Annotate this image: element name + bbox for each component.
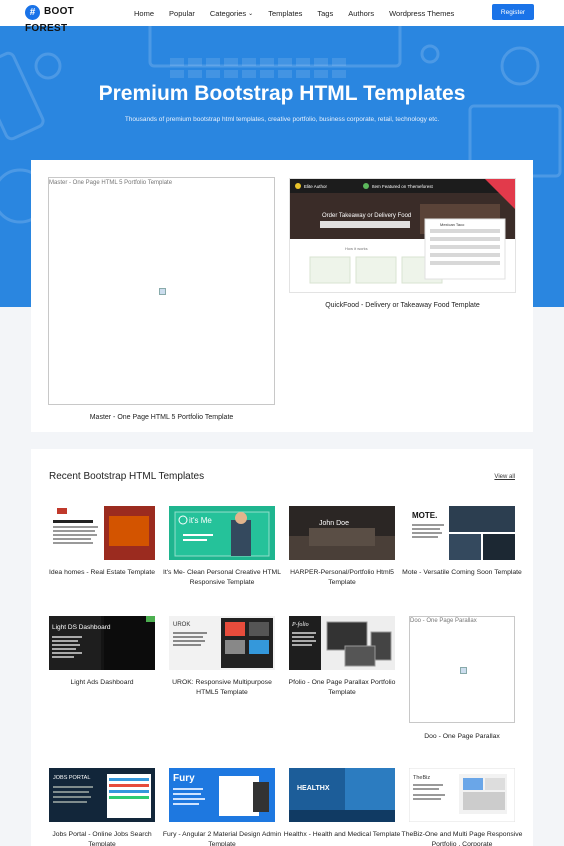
nav-wordpress-themes[interactable]: Wordpress Themes <box>389 9 454 18</box>
recent-templates: Recent Bootstrap HTML Templates View all… <box>31 449 533 846</box>
broken-image-icon <box>460 667 467 674</box>
pfolio-text: P-folio <box>291 621 309 628</box>
template-thumbnail[interactable]: it's Me <box>169 506 275 560</box>
logo-hash-icon: # <box>25 5 40 20</box>
how-it-works-text: How it works <box>345 246 368 251</box>
template-thumbnail[interactable] <box>49 506 155 560</box>
template-thumbnail[interactable]: UROK <box>169 616 275 670</box>
themeforest-text: Item Featured on Themeforest <box>372 184 433 189</box>
template-caption[interactable]: Pfolio - One Page Parallax Portfolio Tem… <box>281 678 403 697</box>
chevron-down-icon: ⌄ <box>248 10 254 17</box>
broken-image-icon <box>159 288 166 295</box>
template-thumbnail[interactable]: Fury <box>169 768 275 822</box>
template-caption[interactable]: Light Ads Dashboard <box>41 678 163 688</box>
template-caption[interactable]: Idea homes - Real Estate Template <box>41 568 163 578</box>
nav-tags[interactable]: Tags <box>317 9 333 18</box>
featured-templates: Master - One Page HTML 5 Portfolio Templ… <box>31 160 533 432</box>
template-caption[interactable]: It's Me- Clean Personal Creative HTML Re… <box>161 568 283 587</box>
featured-image-broken[interactable]: Master - One Page HTML 5 Portfolio Templ… <box>48 177 275 405</box>
template-caption[interactable]: Healthx - Health and Medical Template <box>281 830 403 840</box>
template-caption[interactable]: TheBiz-One and Multi Page Responsive Por… <box>401 830 523 846</box>
template-thumbnail[interactable]: John Doe <box>289 506 395 560</box>
template-caption[interactable]: Mote - Versatile Coming Soon Template <box>401 568 523 578</box>
hero-title: Premium Bootstrap HTML Templates <box>98 82 466 105</box>
template-caption[interactable]: Fury - Angular 2 Material Design Admin T… <box>161 830 283 846</box>
healthx-text: HEALTHX <box>297 785 330 792</box>
template-caption[interactable]: Jobs Portal - Online Jobs Search Templat… <box>41 830 163 846</box>
template-caption[interactable]: UROK: Responsive Multipurpose HTML5 Temp… <box>161 678 283 697</box>
fury-text: Fury <box>173 773 195 784</box>
hero-subtitle: Thousands of premium bootstrap html temp… <box>124 116 440 123</box>
elite-author-text: Elite Author <box>304 184 328 189</box>
nav-templates[interactable]: Templates <box>268 9 302 18</box>
mote-logo-text: MOTE. <box>412 511 437 520</box>
template-caption[interactable]: Doo - One Page Parallax <box>401 732 523 742</box>
nav-categories[interactable]: Categories ⌄ <box>210 9 253 18</box>
nav-authors[interactable]: Authors <box>348 9 374 18</box>
its-me-text: it's Me <box>189 516 212 525</box>
image-alt-text: Master - One Page HTML 5 Portfolio Templ… <box>49 180 173 186</box>
jobs-portal-text: JOBS PORTAL <box>53 775 90 781</box>
template-thumbnail[interactable]: HEALTHX <box>289 768 395 822</box>
nav-categories-label: Categories <box>209 8 247 18</box>
light-ds-text: Light DS Dashboard <box>52 624 111 631</box>
template-thumbnail[interactable]: MOTE. <box>409 506 515 560</box>
quickfood-screenshot: Elite Author Item Featured on Themefores… <box>290 179 515 292</box>
template-thumbnail[interactable]: Light DS Dashboard <box>49 616 155 670</box>
urok-text: UROK <box>173 622 190 628</box>
mexican-taco-text: Mexican Taco <box>440 222 465 227</box>
featured-image-quickfood[interactable]: Elite Author Item Featured on Themefores… <box>289 178 516 293</box>
template-thumbnail[interactable]: JOBS PORTAL <box>49 768 155 822</box>
thebiz-text: TheBiz <box>413 775 430 781</box>
john-doe-text: John Doe <box>319 520 349 527</box>
featured-caption[interactable]: QuickFood - Delivery or Takeaway Food Te… <box>289 302 516 309</box>
nav-popular[interactable]: Popular <box>169 9 195 18</box>
template-thumbnail-broken[interactable]: Doo - One Page Parallax <box>409 616 515 723</box>
template-thumbnail[interactable]: P-folio <box>289 616 395 670</box>
template-thumbnail[interactable]: TheBiz <box>409 768 515 822</box>
nav-home[interactable]: Home <box>134 9 154 18</box>
quickfood-headline: Order Takeaway or Delivery Food <box>322 213 411 219</box>
register-button[interactable]: Register <box>492 4 534 20</box>
image-alt-text: Doo - One Page Parallax <box>410 618 477 624</box>
view-all-link[interactable]: View all <box>494 474 515 480</box>
featured-caption[interactable]: Master - One Page HTML 5 Portfolio Templ… <box>48 414 275 421</box>
main-nav: Home Popular Categories ⌄ Templates Tags … <box>134 0 469 26</box>
logo-text-forest: FOREST <box>25 23 68 34</box>
logo-text-boot: BOOT <box>44 6 75 17</box>
top-navbar: # BOOT FOREST Home Popular Categories ⌄ T… <box>0 0 564 34</box>
section-title: Recent Bootstrap HTML Templates <box>49 471 205 482</box>
template-caption[interactable]: HARPER-Personal/Portfolio Html5 Template <box>281 568 403 587</box>
